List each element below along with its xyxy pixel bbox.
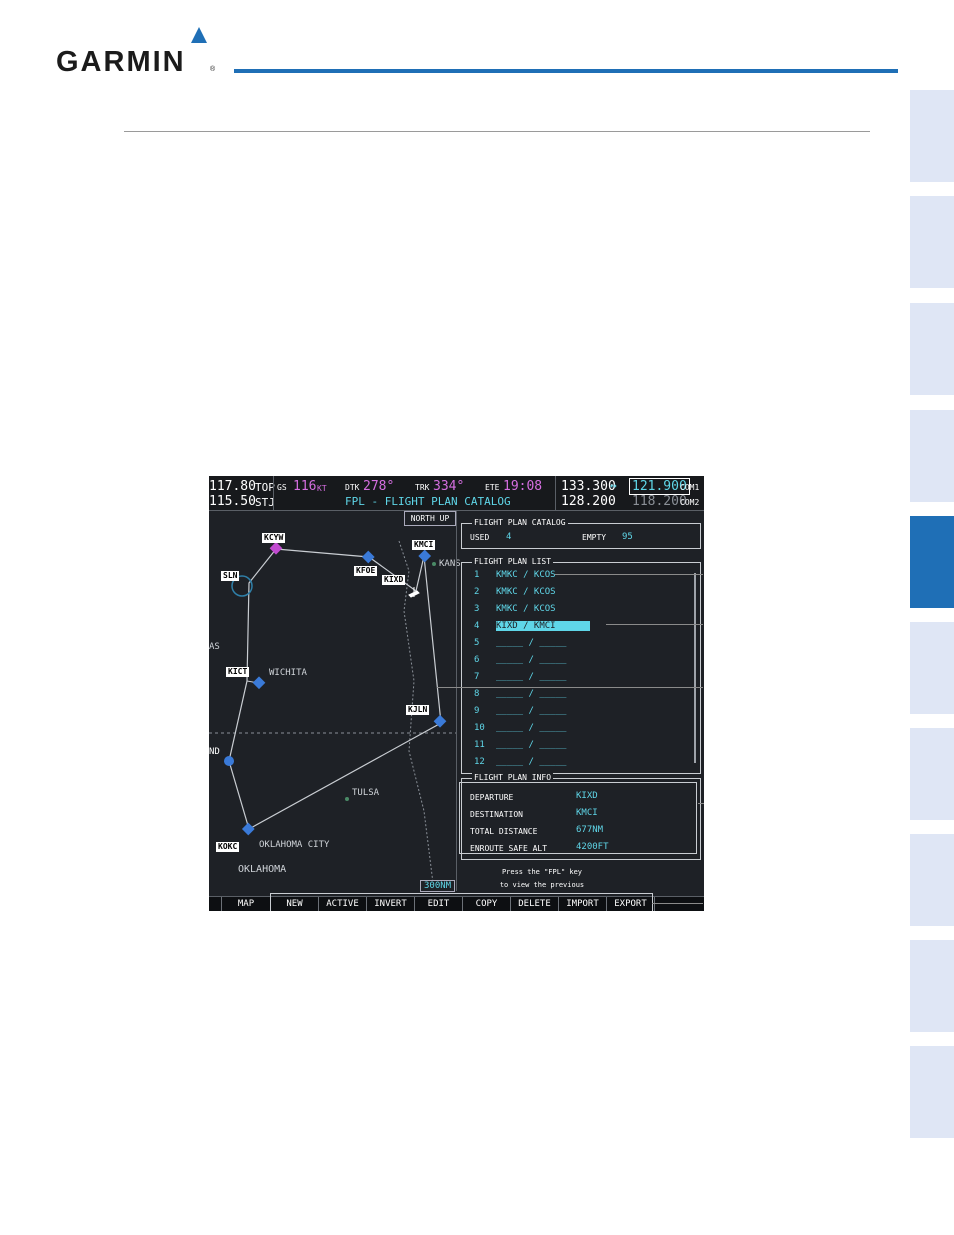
plan-info-box: FLIGHT PLAN INFO DEPARTURE KIXD DESTINAT… bbox=[459, 773, 701, 860]
catalog-title: FLIGHT PLAN CATALOG bbox=[472, 518, 568, 527]
gs-unit: KT bbox=[317, 484, 327, 493]
registered-mark: ® bbox=[210, 66, 216, 73]
callout-line-4 bbox=[698, 803, 704, 804]
plan-row-9[interactable]: 9 _____ / _____ bbox=[474, 706, 566, 716]
garmin-logo: GARMIN bbox=[56, 46, 186, 78]
plan-row-4-selected[interactable]: 4 KIXD / KMCI bbox=[474, 621, 590, 631]
gs-value: 116 bbox=[293, 479, 317, 494]
ete-label: ETE bbox=[485, 483, 500, 492]
label-oklahoma-city: OKLAHOMA CITY bbox=[259, 840, 330, 850]
side-tab-9[interactable] bbox=[910, 940, 954, 1032]
wp-sln[interactable]: SLN bbox=[221, 571, 240, 581]
destination-value: KMCI bbox=[576, 808, 598, 818]
top-status-bar: 117.80 TOP 115.50 STJ GS 116 KT DTK 278°… bbox=[209, 476, 704, 511]
north-up-indicator[interactable]: NORTH UP bbox=[404, 511, 456, 526]
plan-row-2[interactable]: 2 KMKC / KCOS bbox=[474, 587, 556, 597]
side-tab-7[interactable] bbox=[910, 728, 954, 820]
side-tab-3[interactable] bbox=[910, 303, 954, 395]
distance-label: TOTAL DISTANCE bbox=[470, 827, 538, 836]
wp-kict[interactable]: KICT bbox=[226, 667, 250, 677]
plan-row-10[interactable]: 10 _____ / _____ bbox=[474, 723, 566, 733]
plan-info-title: FLIGHT PLAN INFO bbox=[472, 773, 554, 782]
softkey-blank bbox=[209, 897, 222, 911]
plan-row-6[interactable]: 6 _____ / _____ bbox=[474, 655, 566, 665]
departure-label: DEPARTURE bbox=[470, 793, 514, 802]
softkey-highlight-frame bbox=[270, 893, 653, 911]
gs-label: GS bbox=[277, 483, 287, 492]
trk-value: 334° bbox=[433, 479, 465, 494]
com2-active[interactable]: 118.200 bbox=[632, 494, 687, 509]
plan-row-7[interactable]: 7 _____ / _____ bbox=[474, 672, 566, 682]
catalog-box: FLIGHT PLAN CATALOG USED 4 EMPTY 95 bbox=[461, 518, 701, 549]
com1-label: COM1 bbox=[680, 483, 700, 492]
callout-line-3 bbox=[437, 687, 703, 688]
side-tab-6[interactable] bbox=[910, 622, 954, 714]
wp-kokc[interactable]: KOKC bbox=[216, 842, 240, 852]
label-as: AS bbox=[209, 642, 220, 652]
plan-row-8[interactable]: 8 _____ / _____ bbox=[474, 689, 566, 699]
wp-kjln[interactable]: KJLN bbox=[406, 705, 430, 715]
swap-icon[interactable]: ↔ bbox=[610, 479, 617, 492]
safe-alt-label: ENROUTE SAFE ALT bbox=[470, 844, 548, 853]
callout-line-2 bbox=[606, 624, 703, 625]
wp-kmci[interactable]: KMCI bbox=[412, 540, 436, 550]
side-tab-4[interactable] bbox=[910, 410, 954, 502]
plan-row-5[interactable]: 5 _____ / _____ bbox=[474, 638, 566, 648]
page-title: FPL - FLIGHT PLAN CATALOG bbox=[345, 495, 511, 508]
section-rule bbox=[124, 131, 870, 132]
dtk-value: 278° bbox=[363, 479, 395, 494]
route-lines bbox=[209, 540, 456, 891]
flight-plan-panel: FLIGHT PLAN CATALOG USED 4 EMPTY 95 FLIG… bbox=[457, 511, 704, 902]
com1-standby[interactable]: 133.300 bbox=[561, 479, 616, 494]
dtk-label: DTK bbox=[345, 483, 360, 492]
com2-standby[interactable]: 128.200 bbox=[561, 494, 616, 509]
ete-value: 19:08 bbox=[503, 479, 543, 494]
safe-alt-value: 4200FT bbox=[576, 842, 609, 852]
plan-row-3[interactable]: 3 KMKC / KCOS bbox=[474, 604, 556, 614]
nav2-id: STJ bbox=[255, 496, 275, 509]
header-rule bbox=[234, 69, 898, 73]
empty-value: 95 bbox=[622, 532, 633, 542]
com2-label: COM2 bbox=[680, 498, 700, 507]
wp-nd: ND bbox=[209, 747, 220, 757]
side-tab-2[interactable] bbox=[910, 196, 954, 288]
plan-row-11[interactable]: 11 _____ / _____ bbox=[474, 740, 566, 750]
plan-list-box: FLIGHT PLAN LIST 1 KMKC / KCOS 2 KMKC / KC… bbox=[461, 557, 701, 774]
map-range[interactable]: 300NM bbox=[420, 880, 456, 892]
nav1-id: TOP bbox=[255, 481, 275, 494]
departure-value: KIXD bbox=[576, 791, 598, 801]
wp-kcyw[interactable]: KCYW bbox=[262, 533, 286, 543]
side-tab-8[interactable] bbox=[910, 834, 954, 926]
destination-label: DESTINATION bbox=[470, 810, 523, 819]
softkey-map[interactable]: MAP bbox=[222, 897, 271, 911]
empty-label: EMPTY bbox=[582, 533, 607, 542]
callout-line-1 bbox=[555, 574, 703, 575]
wp-kixd[interactable]: KIXD bbox=[382, 575, 406, 585]
mfd-screen: 117.80 TOP 115.50 STJ GS 116 KT DTK 278°… bbox=[209, 476, 704, 911]
plan-row-12[interactable]: 12 _____ / _____ bbox=[474, 757, 566, 767]
garmin-delta-icon bbox=[191, 27, 207, 43]
used-value: 4 bbox=[506, 532, 512, 542]
navigation-map[interactable]: NORTH UP KCYW SLN KFOE KIXD KMCI KICT KJ… bbox=[209, 511, 461, 892]
nav1-freq[interactable]: 117.80 bbox=[209, 479, 256, 494]
list-scrollbar[interactable] bbox=[694, 573, 696, 763]
callout-line-5 bbox=[652, 903, 703, 904]
trk-label: TRK bbox=[415, 483, 430, 492]
plan-list-title: FLIGHT PLAN LIST bbox=[472, 557, 554, 566]
label-wichita: WICHITA bbox=[269, 668, 307, 678]
side-tab-1[interactable] bbox=[910, 90, 954, 182]
distance-value: 677NM bbox=[576, 825, 604, 835]
used-label: USED bbox=[470, 533, 490, 542]
label-oklahoma: OKLAHOMA bbox=[238, 864, 287, 875]
wp-kfoe[interactable]: KFOE bbox=[354, 566, 378, 576]
nav2-freq[interactable]: 115.50 bbox=[209, 494, 256, 509]
side-tab-5-active[interactable] bbox=[910, 516, 954, 608]
label-tulsa: TULSA bbox=[352, 788, 380, 798]
side-tab-10[interactable] bbox=[910, 1046, 954, 1138]
plan-row-1[interactable]: 1 KMKC / KCOS bbox=[474, 570, 556, 580]
